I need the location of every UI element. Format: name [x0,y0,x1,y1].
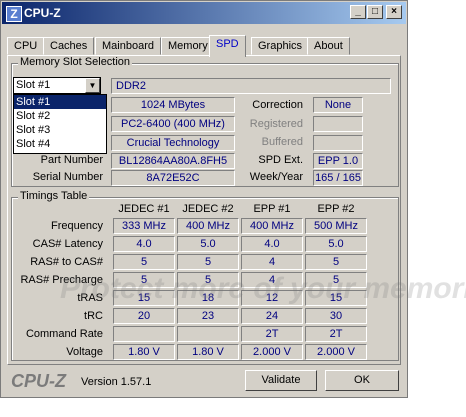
timing-cell: 30 [305,308,367,324]
slot-option[interactable]: Slot #2 [14,109,106,123]
group-title: Memory Slot Selection [18,56,133,68]
timing-cell: 4.0 [241,236,303,252]
timing-cell: 5 [177,254,239,270]
row-label: Voltage [66,346,103,358]
timing-cell: 18 [177,290,239,306]
cpuz-logo: CPU-Z [11,371,66,391]
timing-cell [113,326,175,342]
spd-ext-label: SPD Ext. [258,154,303,166]
slot-option[interactable]: Slot #1 [14,95,106,109]
timing-cell: 4 [241,254,303,270]
tab-caches[interactable]: Caches [43,37,95,55]
timing-cell: 1.80 V [113,344,175,360]
ok-button[interactable]: OK [325,370,399,391]
timing-cell: 5 [305,254,367,270]
week-year-value: 165 / 165 [313,170,363,186]
timing-cell: 4 [241,272,303,288]
row-label: tRAS [77,292,103,304]
tab-spd[interactable]: SPD [209,35,246,57]
timing-cell: 400 MHz [177,218,239,234]
group-title: Timings Table [18,190,90,202]
module-size: 1024 MBytes [111,97,235,113]
timing-cell: 20 [113,308,175,324]
correction-label: Correction [252,99,303,111]
timing-cell: 5 [113,272,175,288]
timing-cell: 2.000 V [305,344,367,360]
timing-cell: 24 [241,308,303,324]
slot-option[interactable]: Slot #4 [14,137,106,151]
cpuz-window: Z CPU-Z _ □ × CPU Caches Mainboard Memor… [0,0,408,398]
memory-type: DDR2 [111,78,391,94]
timing-cell: 12 [241,290,303,306]
app-icon: Z [6,6,22,22]
week-year-label: Week/Year [249,171,303,183]
part-number: BL12864AA80A.8FH5 [111,153,235,169]
row-label: CAS# Latency [32,238,103,250]
row-label: RAS# to CAS# [30,256,103,268]
close-button[interactable]: × [386,5,402,19]
minimize-button[interactable]: _ [350,5,366,19]
row-label: RAS# Precharge [20,274,103,286]
tab-cpu[interactable]: CPU [7,37,45,55]
timing-cell: 5 [305,272,367,288]
buffered-label: Buffered [261,136,303,148]
serial-number: 8A72E52C [111,170,235,186]
row-label: Frequency [51,220,103,232]
manufacturer: Crucial Technology [111,135,235,151]
part-number-label: Part Number [40,154,103,166]
timing-cell: 2T [241,326,303,342]
col-header: JEDEC #1 [118,203,170,215]
timing-cell: 400 MHz [241,218,303,234]
timing-cell: 5 [177,272,239,288]
tab-about[interactable]: About [307,37,350,55]
registered-label: Registered [249,118,303,130]
timing-cell: 1.80 V [177,344,239,360]
validate-button[interactable]: Validate [245,370,317,391]
spd-ext-value: EPP 1.0 [313,153,363,169]
col-header: EPP #2 [317,203,355,215]
timing-cell: 333 MHz [113,218,175,234]
window-title: CPU-Z [24,6,61,20]
maximize-button[interactable]: □ [367,5,383,19]
version-label: Version 1.57.1 [81,376,152,388]
col-header: EPP #1 [253,203,291,215]
tab-mainboard[interactable]: Mainboard [95,37,161,55]
row-label: Command Rate [25,328,103,340]
slot-select[interactable]: Slot #1 ▼ [13,77,101,94]
slot-dropdown: Slot #1 Slot #2 Slot #3 Slot #4 [13,94,107,154]
max-bandwidth: PC2-6400 (400 MHz) [111,116,235,132]
title-bar[interactable]: Z CPU-Z _ □ × [2,2,406,24]
timing-cell: 23 [177,308,239,324]
registered-value [313,116,363,132]
timing-cell: 2.000 V [241,344,303,360]
serial-number-label: Serial Number [32,171,103,183]
tab-memory[interactable]: Memory [161,37,215,55]
tab-graphics[interactable]: Graphics [251,37,310,55]
timing-cell: 5.0 [305,236,367,252]
chevron-down-icon[interactable]: ▼ [85,78,100,93]
slot-option[interactable]: Slot #3 [14,123,106,137]
col-header: JEDEC #2 [182,203,234,215]
buffered-value [313,135,363,151]
slot-select-value: Slot #1 [16,79,51,91]
timing-cell: 5 [113,254,175,270]
timing-cell: 15 [113,290,175,306]
timing-cell: 4.0 [113,236,175,252]
row-label: tRC [84,310,103,322]
timing-cell [177,326,239,342]
timing-cell: 2T [305,326,367,342]
timing-cell: 500 MHz [305,218,367,234]
timing-cell: 5.0 [177,236,239,252]
timing-cell: 15 [305,290,367,306]
correction-value: None [313,97,363,113]
